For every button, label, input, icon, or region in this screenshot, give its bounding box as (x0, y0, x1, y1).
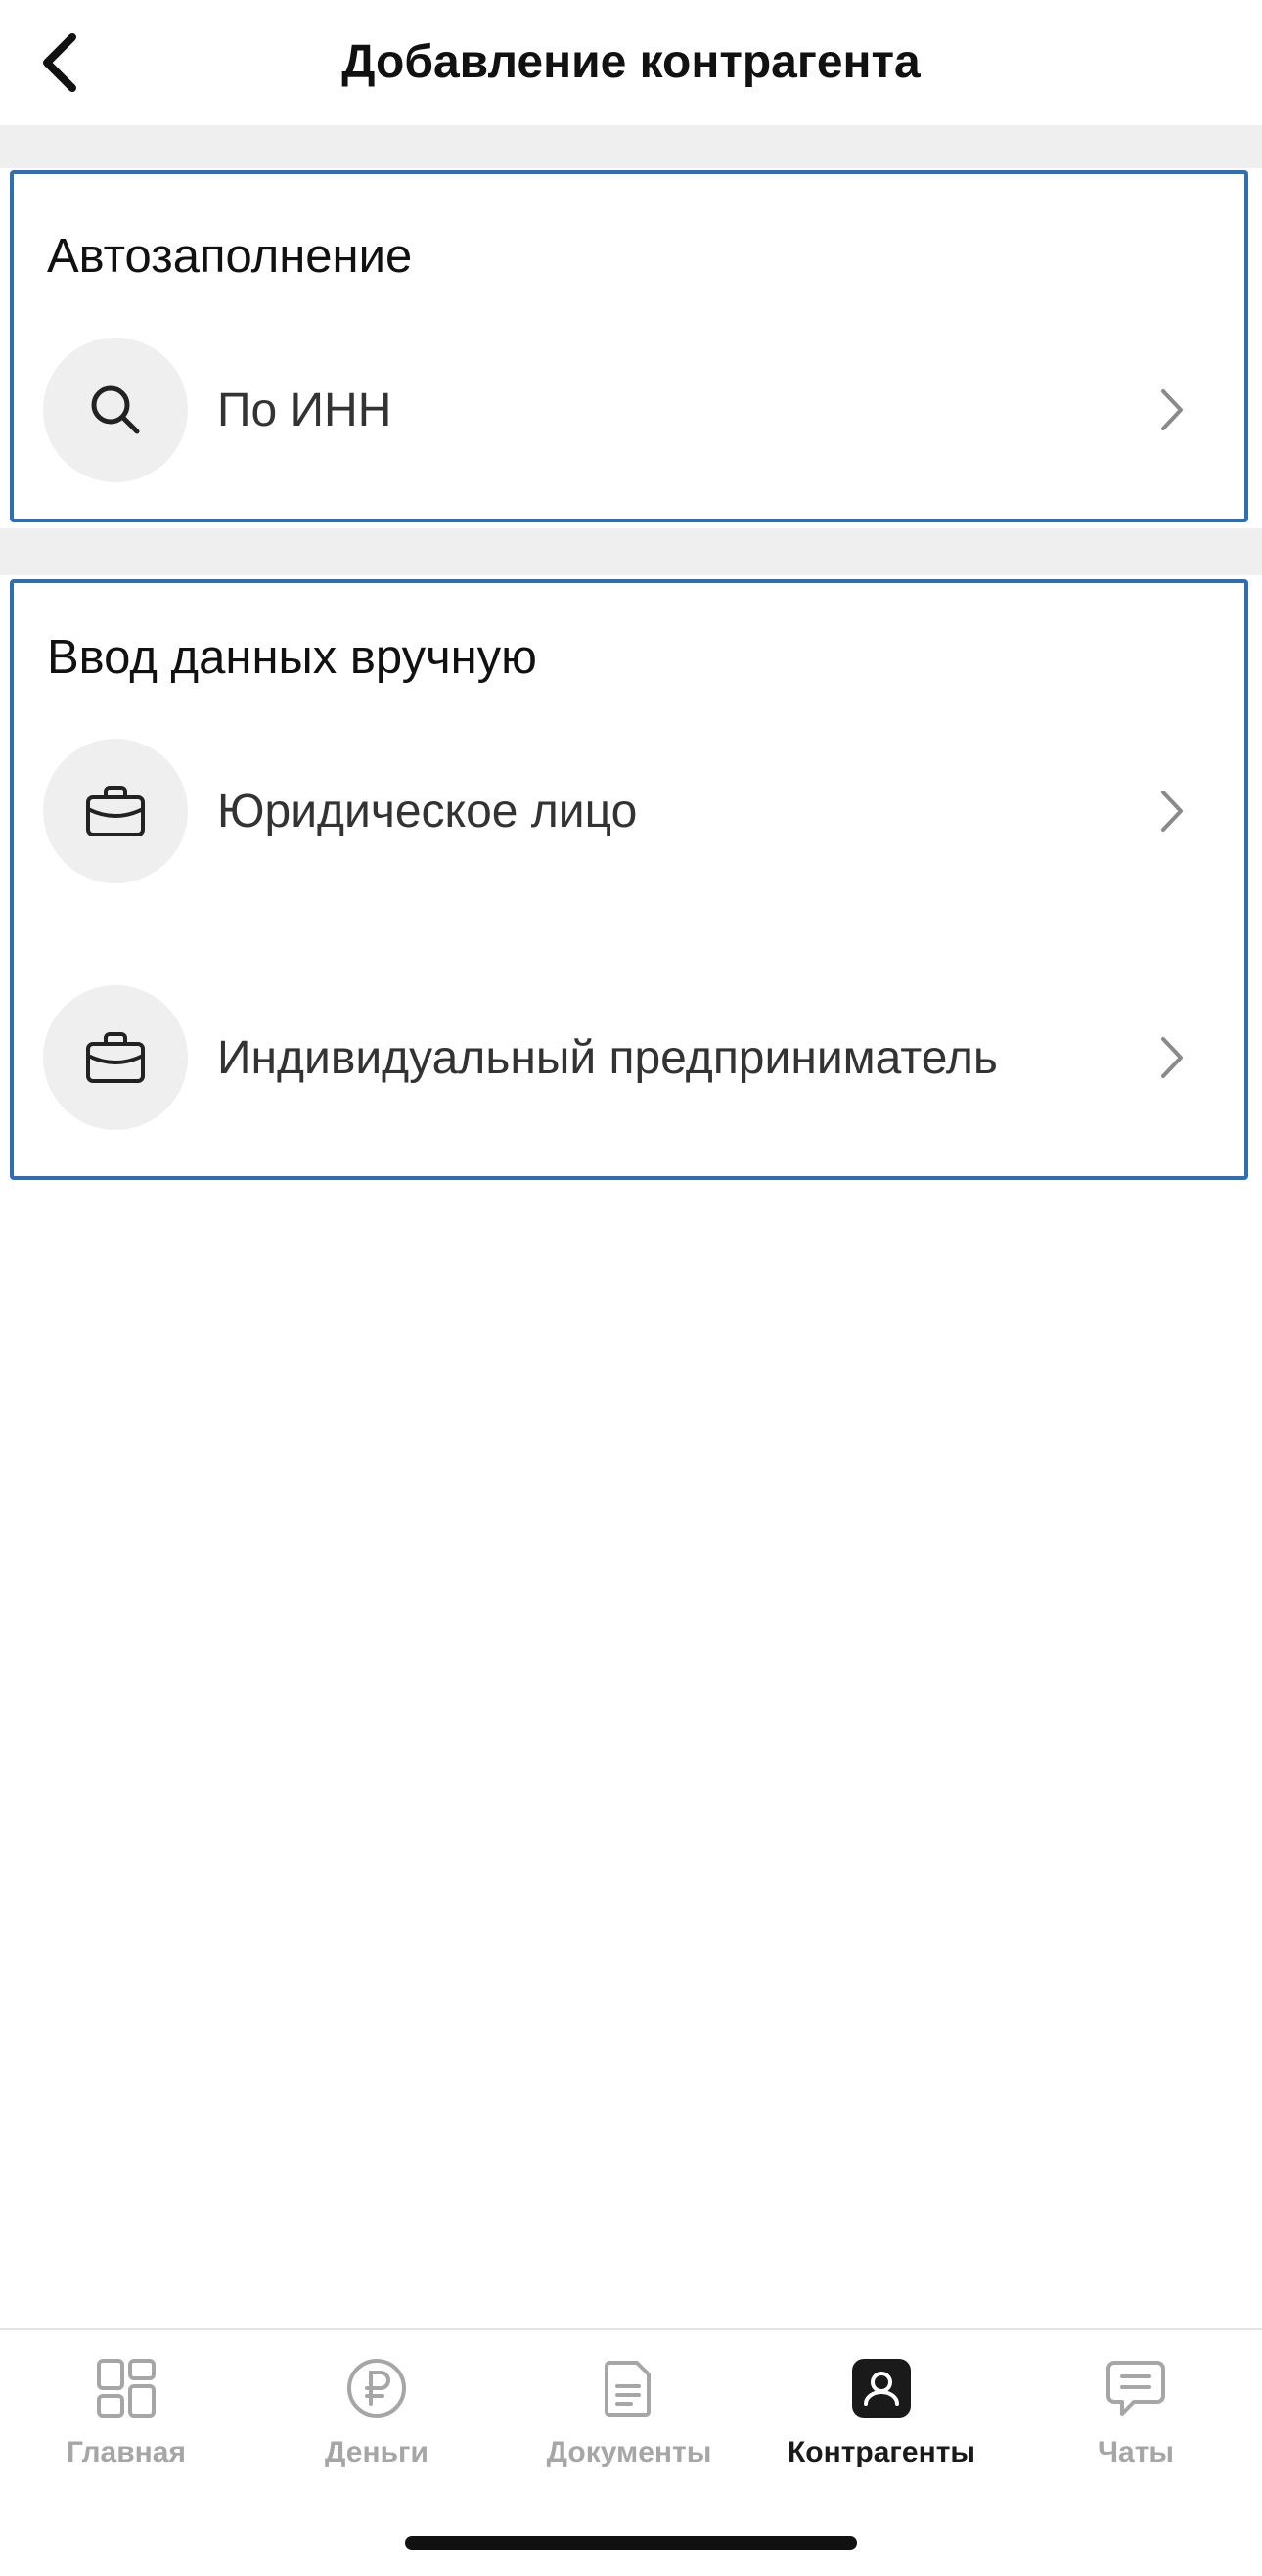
inn-search-row[interactable]: По ИНН (14, 337, 1244, 483)
tab-label: Контрагенты (787, 2436, 976, 2468)
briefcase-icon (43, 739, 188, 883)
grid-icon (92, 2354, 160, 2422)
chat-icon (1102, 2354, 1170, 2422)
document-icon (595, 2354, 663, 2422)
tab-home[interactable]: Главная (0, 2354, 252, 2491)
row-label: По ИНН (217, 384, 392, 436)
row-label: Юридическое лицо (217, 785, 638, 837)
tab-label: Главная (66, 2436, 186, 2468)
page-title: Добавление контрагента (341, 36, 921, 88)
chevron-right-icon (1152, 1028, 1192, 1087)
tab-documents[interactable]: Документы (503, 2354, 755, 2491)
tab-label: Деньги (325, 2436, 428, 2468)
search-icon (43, 338, 188, 482)
section-divider (0, 528, 1262, 575)
autofill-section: Автозаполнение По ИНН (10, 170, 1248, 522)
section-divider (0, 125, 1262, 168)
person-icon (847, 2354, 916, 2422)
tab-chats[interactable]: Чаты (1010, 2354, 1262, 2491)
home-indicator (405, 2536, 857, 2550)
tab-counterparties[interactable]: Контрагенты (755, 2354, 1008, 2491)
legal-entity-row[interactable]: Юридическое лицо (14, 738, 1244, 884)
manual-entry-section: Ввод данных вручную Юридическое лицо Инд… (10, 579, 1248, 1180)
tab-money[interactable]: Деньги (250, 2354, 503, 2491)
ruble-icon (342, 2354, 411, 2422)
tab-label: Чаты (1097, 2436, 1175, 2468)
tab-label: Документы (546, 2436, 712, 2468)
section-title: Ввод данных вручную (47, 631, 537, 684)
briefcase-icon (43, 985, 188, 1130)
individual-entrepreneur-row[interactable]: Индивидуальный предприниматель (14, 984, 1244, 1131)
section-title: Автозаполнение (47, 230, 413, 283)
chevron-right-icon (1152, 381, 1192, 439)
row-label: Индивидуальный предприниматель (217, 1031, 998, 1084)
chevron-right-icon (1152, 782, 1192, 840)
top-bar: Добавление контрагента (0, 0, 1262, 125)
